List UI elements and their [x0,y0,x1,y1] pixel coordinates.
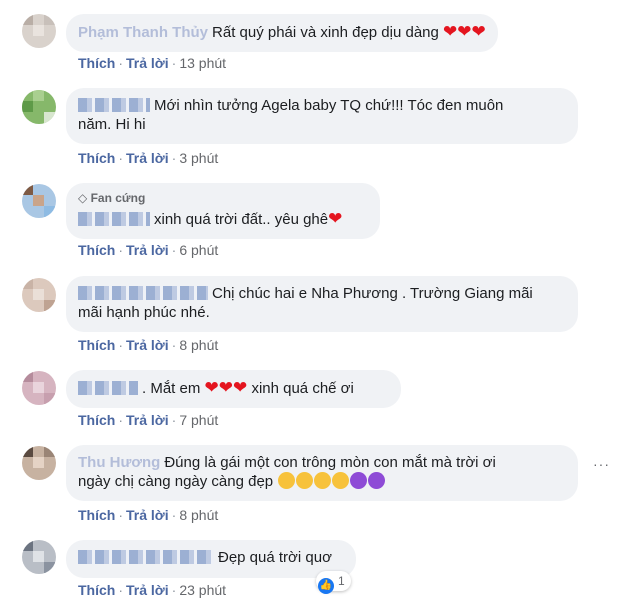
badge-label: Fan cứng [90,191,146,205]
commenter-name[interactable] [78,212,150,226]
more-options-icon[interactable]: ··· [593,456,610,472]
commenter-name[interactable] [78,286,208,300]
avatar[interactable] [22,14,56,48]
reply-link[interactable]: Trả lời [126,337,169,353]
like-link[interactable]: Thích [78,242,115,258]
comment-text: Rất quý phái và xinh đẹp dịu dàng [212,24,439,41]
avatar[interactable] [22,371,56,405]
heart-eyes-emoji-icon [296,472,314,489]
comment-bubble: Phạm Thanh Thủy Rất quý phái và xinh đẹp … [66,14,498,52]
comment-actions: Thích · Trả lời · 8 phút [78,507,219,523]
like-link[interactable]: Thích [78,582,115,598]
comment-actions: Thích · Trả lời · 8 phút [78,337,219,353]
heart-icon: ❤❤❤ [204,378,248,397]
like-link[interactable]: Thích [78,55,115,71]
comment-bubble: . Mắt em ❤❤❤ xinh quá chế ơi [66,370,401,408]
reaction-count-pill[interactable]: 👍 1 [316,571,351,594]
comment-text-b: xinh quá chế ơi [251,380,354,397]
timestamp[interactable]: 8 phút [179,507,218,523]
like-link[interactable]: Thích [78,507,115,523]
comment-actions: Thích · Trả lời · 13 phút [78,55,227,71]
like-icon: 👍 [318,578,334,594]
reply-link[interactable]: Trả lời [126,507,169,523]
reaction-count: 1 [338,574,345,588]
comment-bubble: ◇ Fan cứng xinh quá trời đất.. yêu ghê❤ [66,183,380,239]
reply-link[interactable]: Trả lời [126,242,169,258]
heart-icon: ❤ [328,209,343,228]
avatar[interactable] [22,446,56,480]
comment-actions: Thích · Trả lời · 3 phút [78,150,219,166]
comment-text-line-2: ngày chị càng ngày càng đẹp [78,473,274,490]
diamond-icon: ◇ [78,191,88,205]
comment-actions: Thích · Trả lời · 6 phút [78,242,219,258]
comment-bubble: Thu Hương Đúng là gái một con trông mòn c… [66,445,578,501]
reply-link[interactable]: Trả lời [126,582,169,598]
heart-eyes-emoji-icon [314,472,332,489]
timestamp[interactable]: 3 phút [179,150,218,166]
heart-eyes-emoji-icon [332,472,350,489]
smiling-devil-emoji-icon [350,472,368,489]
smiling-devil-emoji-icon [368,472,386,489]
comment-text: xinh quá trời đất.. yêu ghê [154,211,329,228]
like-link[interactable]: Thích [78,150,115,166]
comment-text-line-1: Đúng là gái một con trông mòn con mắt mà… [164,454,496,471]
avatar[interactable] [22,184,56,218]
comment-text-line-2: mãi hạnh phúc nhé. [78,304,210,321]
comment-bubble: Đẹp quá trời quơ [66,540,356,578]
comment-text-line-2: năm. Hi hi [78,116,146,133]
reply-link[interactable]: Trả lời [126,150,169,166]
heart-eyes-emoji-icon [278,472,296,489]
reply-link[interactable]: Trả lời [126,412,169,428]
timestamp[interactable]: 7 phút [179,412,218,428]
avatar[interactable] [22,278,56,312]
comment-actions: Thích · Trả lời · 7 phút [78,412,219,428]
heart-icon: ❤❤❤ [443,22,486,41]
avatar[interactable] [22,90,56,124]
comment-text-line-1: Mới nhìn tưởng Agela baby TQ chứ!!! Tóc … [154,97,504,114]
timestamp[interactable]: 6 phút [179,242,218,258]
commenter-name[interactable] [78,381,138,395]
timestamp[interactable]: 13 phút [179,55,226,71]
comment-bubble: Chị chúc hai e Nha Phương . Trường Giang… [66,276,578,332]
timestamp[interactable]: 23 phút [179,582,226,598]
commenter-name[interactable] [78,550,214,564]
comment-actions: Thích · Trả lời · 23 phút [78,582,227,598]
comment-text: Đẹp quá trời quơ [218,549,332,566]
avatar[interactable] [22,540,56,574]
comment-text-a: . Mắt em [142,380,201,397]
timestamp[interactable]: 8 phút [179,337,218,353]
commenter-name[interactable] [78,98,150,112]
fan-badge: ◇ Fan cứng [78,191,368,206]
comment-text-line-1: Chị chúc hai e Nha Phương . Trường Giang… [212,285,533,302]
commenter-name[interactable]: Thu Hương [78,454,160,471]
reply-link[interactable]: Trả lời [126,55,169,71]
comment-bubble: Mới nhìn tưởng Agela baby TQ chứ!!! Tóc … [66,88,578,144]
like-link[interactable]: Thích [78,337,115,353]
commenter-name[interactable]: Phạm Thanh Thủy [78,24,208,41]
like-link[interactable]: Thích [78,412,115,428]
